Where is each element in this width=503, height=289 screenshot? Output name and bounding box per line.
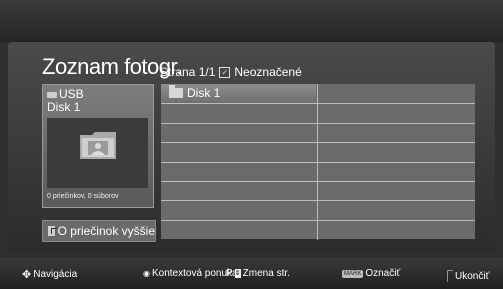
list-cell-empty: [317, 220, 476, 240]
device-stats: 0 priečinkov, 0 súborov: [47, 193, 119, 200]
list-cell-empty: [317, 104, 476, 124]
list-item-label: Disk 1: [187, 86, 221, 100]
list-cell-empty: [317, 162, 476, 182]
list-cell-empty: [317, 181, 476, 201]
list-row: [161, 161, 476, 182]
folder-thumbnail: [47, 118, 148, 188]
hint-page-change: P ⇕ Zmena str.: [226, 268, 290, 279]
parent-folder-label: O priečinok vyššie: [57, 224, 155, 238]
hint-exit-label: Ukončiť: [455, 270, 490, 282]
list-cell-empty: [161, 182, 316, 201]
page-button-label: P: [226, 268, 233, 279]
hint-navigation: ✥ Navigácia: [22, 268, 77, 281]
top-bar: [0, 0, 503, 42]
list-row: Disk 1: [161, 84, 475, 103]
device-disk: Disk 1: [47, 100, 81, 114]
device-header: USB Disk 1: [47, 88, 84, 114]
checkbox-icon: ✓: [219, 66, 231, 78]
list-cell-empty: [317, 123, 476, 143]
exit-button-icon: ⎾: [442, 271, 453, 283]
list-row: [161, 122, 476, 143]
list-row: [161, 142, 476, 163]
device-name: USB: [59, 87, 84, 101]
file-list[interactable]: Disk 1: [161, 84, 476, 240]
hint-mark-label: Označiť: [365, 268, 401, 279]
hint-context-menu: ◉ Kontextová ponuka: [143, 268, 238, 279]
page-info: Strana 1/1 ✓ Neoznačené: [160, 65, 302, 79]
page-button-icon: ⇕: [234, 269, 241, 278]
navigation-arrows-icon: ✥: [22, 269, 32, 281]
folder-icon: [169, 85, 183, 98]
list-cell-empty: [161, 201, 316, 220]
list-cell-empty: [161, 124, 316, 143]
list-row: [161, 103, 476, 124]
list-cell-empty: [317, 84, 476, 103]
mark-button-icon: MARK: [342, 269, 364, 278]
page-indicator: Strana 1/1: [160, 65, 216, 79]
hint-exit: ⎾ Ukončiť: [442, 268, 489, 284]
list-cell-empty: [317, 201, 476, 221]
device-card[interactable]: USB Disk 1 0 priečinkov, 0 súborov: [42, 84, 154, 208]
ok-button-icon: ◉: [143, 269, 150, 278]
list-cell-empty: [161, 163, 316, 182]
hint-context-menu-label: Kontextová ponuka: [151, 268, 238, 279]
list-row: [161, 219, 476, 240]
list-row: [161, 180, 476, 201]
list-row: [161, 200, 476, 221]
parent-folder-icon: [48, 226, 57, 236]
folder-photo-icon: [80, 132, 116, 159]
hint-navigation-label: Navigácia: [33, 269, 78, 280]
list-cell-empty: [317, 143, 476, 163]
parent-folder-button[interactable]: O priečinok vyššie: [42, 220, 156, 242]
selection-status: Neoznačené: [234, 65, 302, 79]
hint-page-change-label: Zmena str.: [242, 268, 290, 279]
hint-mark: MARK Označiť: [342, 268, 400, 279]
list-cell-empty: [161, 104, 316, 123]
usb-icon: [47, 91, 57, 98]
list-item[interactable]: Disk 1: [161, 84, 316, 103]
list-cell-empty: [161, 221, 316, 240]
list-cell-empty: [161, 143, 316, 162]
